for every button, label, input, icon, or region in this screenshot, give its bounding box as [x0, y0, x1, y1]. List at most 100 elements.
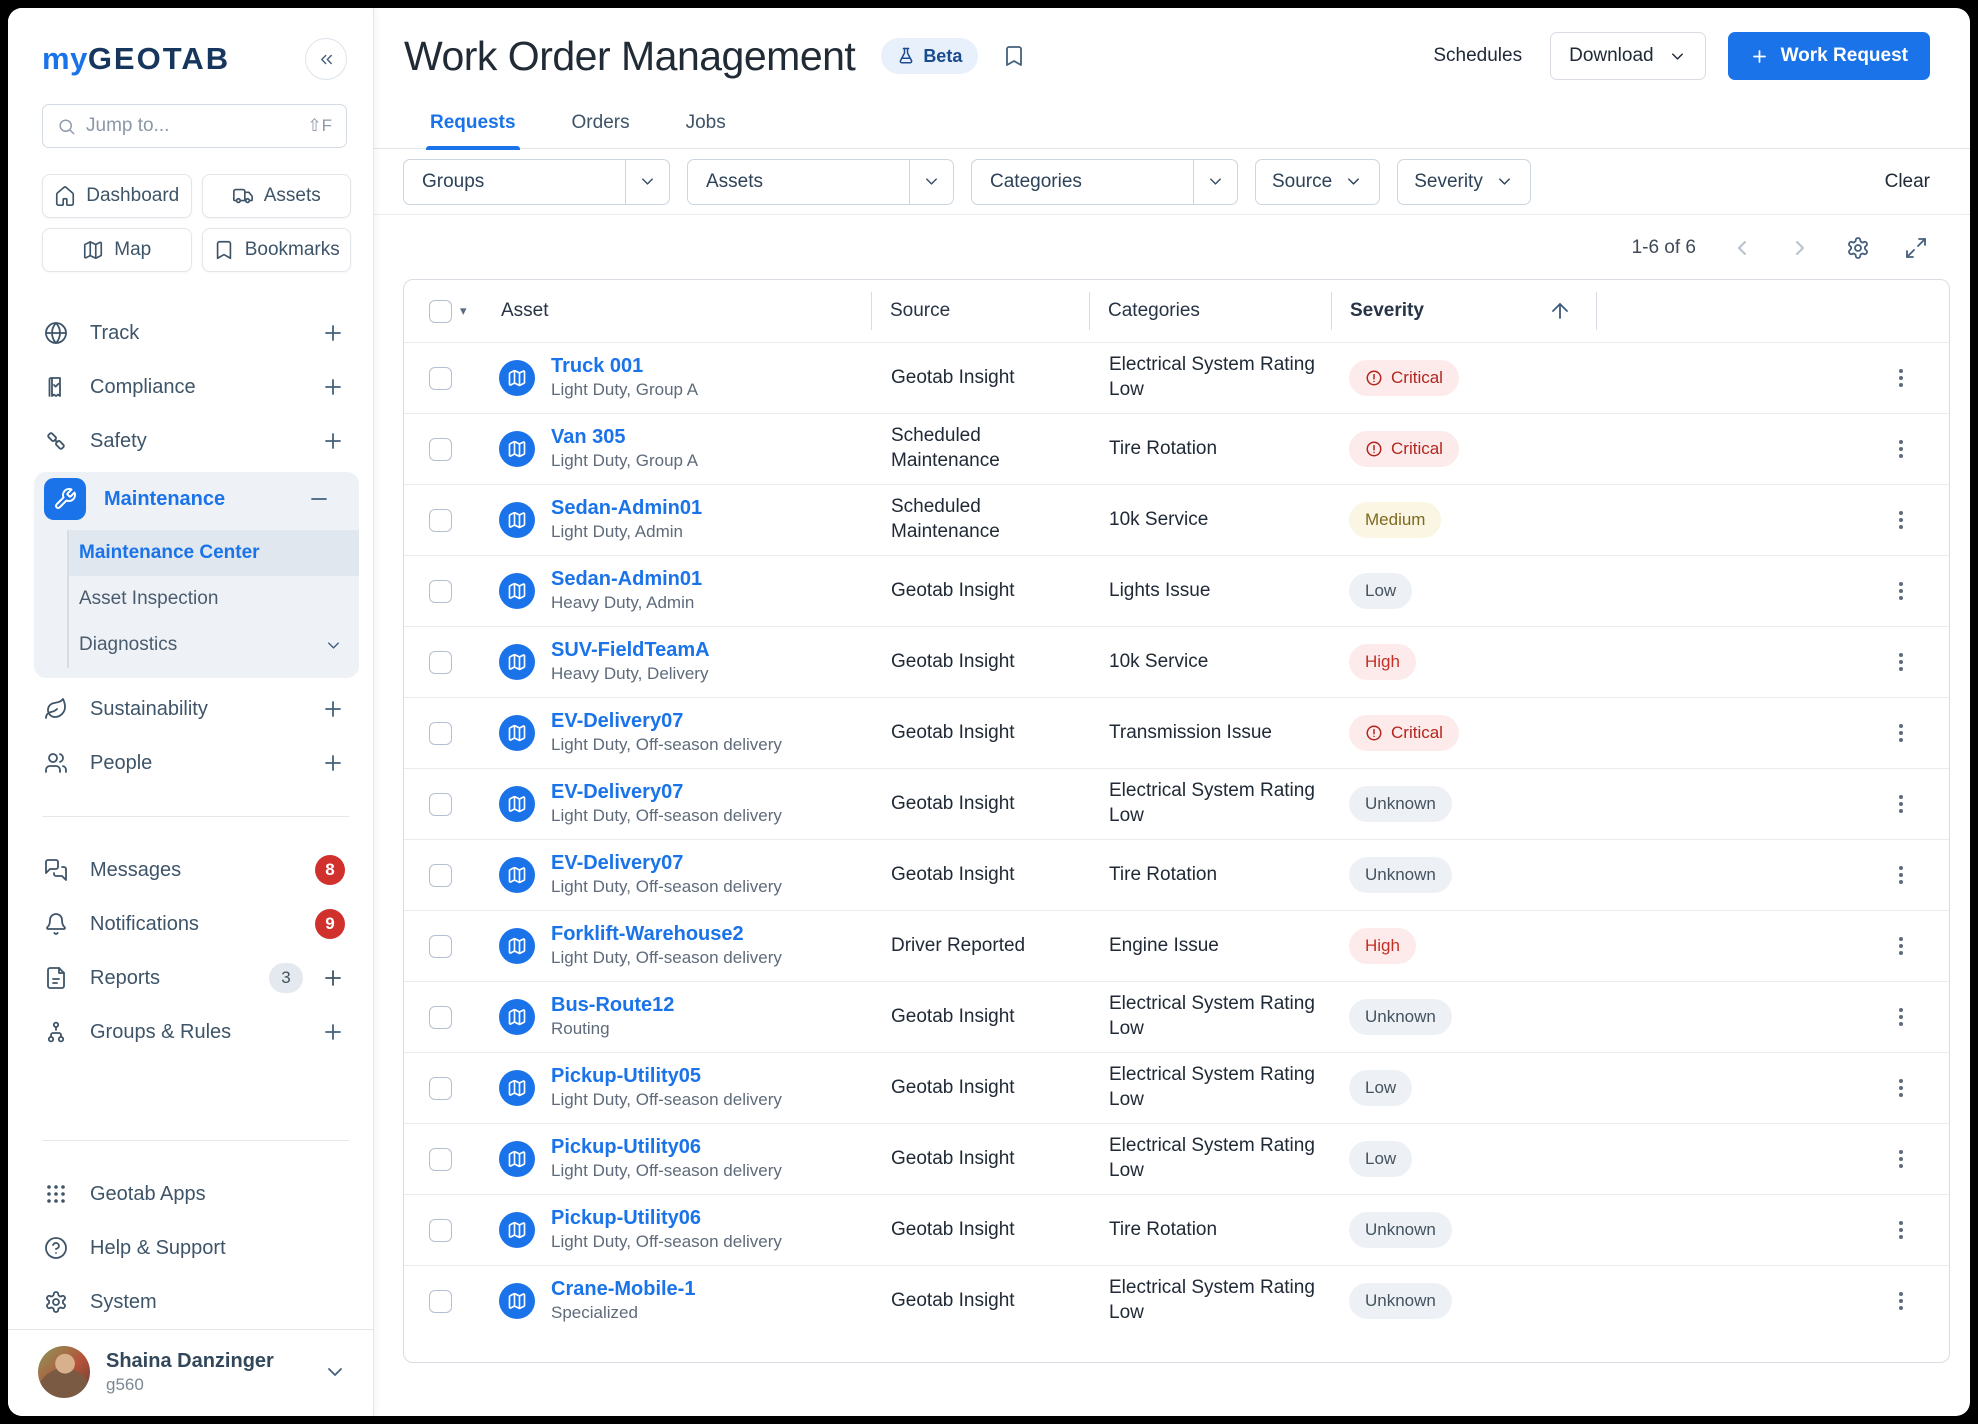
assets-filter[interactable]: Assets: [687, 159, 954, 205]
row-actions-kebab-icon[interactable]: [1889, 863, 1913, 887]
row-actions-kebab-icon[interactable]: [1889, 1289, 1913, 1313]
asset-name-link[interactable]: EV-Delivery07: [551, 780, 782, 805]
groups-filter[interactable]: Groups: [403, 159, 670, 205]
row-checkbox[interactable]: [429, 367, 452, 390]
sidebar-item-maintenance[interactable]: Maintenance: [34, 472, 359, 526]
sidebar-item-groups-rules[interactable]: Groups & Rules: [8, 1005, 373, 1059]
row-actions-kebab-icon[interactable]: [1889, 1005, 1913, 1029]
row-actions-kebab-icon[interactable]: [1889, 366, 1913, 390]
tab-requests[interactable]: Requests: [426, 106, 520, 148]
row-actions-kebab-icon[interactable]: [1889, 721, 1913, 745]
prev-page-button[interactable]: [1730, 236, 1754, 260]
asset-name-link[interactable]: Sedan-Admin01: [551, 567, 702, 592]
asset-name-link[interactable]: EV-Delivery07: [551, 851, 782, 876]
asset-name-link[interactable]: SUV-FieldTeamA: [551, 638, 710, 663]
plus-icon[interactable]: [321, 966, 345, 990]
plus-icon[interactable]: [321, 375, 345, 399]
download-button[interactable]: Download: [1550, 32, 1706, 80]
column-header-source[interactable]: Source: [871, 292, 1089, 330]
select-menu-caret[interactable]: ▾: [460, 303, 467, 319]
asset-name-link[interactable]: Bus-Route12: [551, 993, 674, 1018]
plus-icon[interactable]: [321, 697, 345, 721]
select-all-checkbox[interactable]: [429, 300, 452, 323]
row-actions-kebab-icon[interactable]: [1889, 508, 1913, 532]
plus-icon[interactable]: [321, 1020, 345, 1044]
row-actions-kebab-icon[interactable]: [1889, 792, 1913, 816]
row-checkbox[interactable]: [429, 793, 452, 816]
severity-label: Low: [1365, 581, 1396, 601]
asset-name-link[interactable]: Van 305: [551, 425, 698, 450]
plus-icon[interactable]: [321, 429, 345, 453]
sidebar-item-people[interactable]: People: [8, 736, 373, 790]
row-checkbox[interactable]: [429, 1077, 452, 1100]
tab-jobs[interactable]: Jobs: [682, 106, 730, 148]
plus-icon[interactable]: [321, 321, 345, 345]
minus-icon[interactable]: [307, 487, 331, 511]
asset-name-link[interactable]: Pickup-Utility06: [551, 1206, 782, 1231]
asset-name-link[interactable]: Forklift-Warehouse2: [551, 922, 782, 947]
row-checkbox[interactable]: [429, 1006, 452, 1029]
row-checkbox[interactable]: [429, 1290, 452, 1313]
schedules-button[interactable]: Schedules: [1427, 35, 1528, 77]
categories-filter[interactable]: Categories: [971, 159, 1238, 205]
next-page-button[interactable]: [1788, 236, 1812, 260]
sidebar-item-system[interactable]: System: [8, 1275, 373, 1329]
sort-ascending-icon[interactable]: [1548, 299, 1572, 323]
column-header-categories[interactable]: Categories: [1089, 292, 1331, 330]
sidebar-item-notifications[interactable]: Notifications 9: [8, 897, 373, 951]
row-checkbox[interactable]: [429, 1219, 452, 1242]
sidebar-item-safety[interactable]: Safety: [8, 414, 373, 468]
row-actions-kebab-icon[interactable]: [1889, 579, 1913, 603]
quick-link-dashboard[interactable]: Dashboard: [42, 174, 192, 218]
row-checkbox[interactable]: [429, 722, 452, 745]
sidebar-item-diagnostics[interactable]: Diagnostics: [69, 622, 359, 668]
column-header-severity[interactable]: Severity: [1331, 292, 1596, 330]
table-settings-gear-icon[interactable]: [1846, 236, 1870, 260]
asset-name-link[interactable]: EV-Delivery07: [551, 709, 782, 734]
clear-filters-button[interactable]: Clear: [1885, 171, 1930, 193]
tab-orders[interactable]: Orders: [568, 106, 634, 148]
row-checkbox[interactable]: [429, 864, 452, 887]
sidebar-collapse-button[interactable]: [305, 38, 347, 80]
row-actions-kebab-icon[interactable]: [1889, 1218, 1913, 1242]
bookmark-page-button[interactable]: [1002, 44, 1026, 68]
expand-table-icon[interactable]: [1904, 236, 1928, 260]
sidebar-item-sustainability[interactable]: Sustainability: [8, 682, 373, 736]
sidebar-item-compliance[interactable]: Compliance: [8, 360, 373, 414]
quick-link-assets[interactable]: Assets: [202, 174, 352, 218]
row-actions-kebab-icon[interactable]: [1889, 1147, 1913, 1171]
source-filter[interactable]: Source: [1255, 159, 1380, 205]
sidebar-item-reports[interactable]: Reports 3: [8, 951, 373, 1005]
column-header-asset[interactable]: Asset: [499, 292, 871, 330]
row-checkbox[interactable]: [429, 509, 452, 532]
asset-name-link[interactable]: Truck 001: [551, 354, 698, 379]
mygeotab-logo[interactable]: myGEOTAB: [42, 41, 230, 77]
row-actions-kebab-icon[interactable]: [1889, 437, 1913, 461]
row-actions-kebab-icon[interactable]: [1889, 934, 1913, 958]
severity-filter[interactable]: Severity: [1397, 159, 1531, 205]
quick-link-map[interactable]: Map: [42, 228, 192, 272]
plus-icon[interactable]: [321, 751, 345, 775]
sidebar-item-geotab-apps[interactable]: Geotab Apps: [8, 1167, 373, 1221]
user-menu[interactable]: Shaina Danzinger g560: [8, 1329, 373, 1416]
asset-name-link[interactable]: Crane-Mobile-1: [551, 1277, 695, 1302]
search-input[interactable]: Jump to... ⇧F: [42, 104, 347, 148]
row-actions-kebab-icon[interactable]: [1889, 650, 1913, 674]
sidebar-item-track[interactable]: Track: [8, 306, 373, 360]
sidebar-item-messages[interactable]: Messages 8: [8, 843, 373, 897]
quick-link-bookmarks[interactable]: Bookmarks: [202, 228, 352, 272]
asset-name-link[interactable]: Sedan-Admin01: [551, 496, 702, 521]
chevron-down-icon: [1344, 172, 1363, 191]
row-checkbox[interactable]: [429, 1148, 452, 1171]
row-checkbox[interactable]: [429, 438, 452, 461]
sidebar-item-help-support[interactable]: Help & Support: [8, 1221, 373, 1275]
work-request-button[interactable]: Work Request: [1728, 32, 1930, 80]
row-actions-kebab-icon[interactable]: [1889, 1076, 1913, 1100]
sidebar-item-asset-inspection[interactable]: Asset Inspection: [69, 576, 359, 622]
asset-name-link[interactable]: Pickup-Utility06: [551, 1135, 782, 1160]
row-checkbox[interactable]: [429, 651, 452, 674]
sidebar-item-maintenance-center[interactable]: Maintenance Center: [69, 530, 359, 576]
row-checkbox[interactable]: [429, 580, 452, 603]
asset-name-link[interactable]: Pickup-Utility05: [551, 1064, 782, 1089]
row-checkbox[interactable]: [429, 935, 452, 958]
